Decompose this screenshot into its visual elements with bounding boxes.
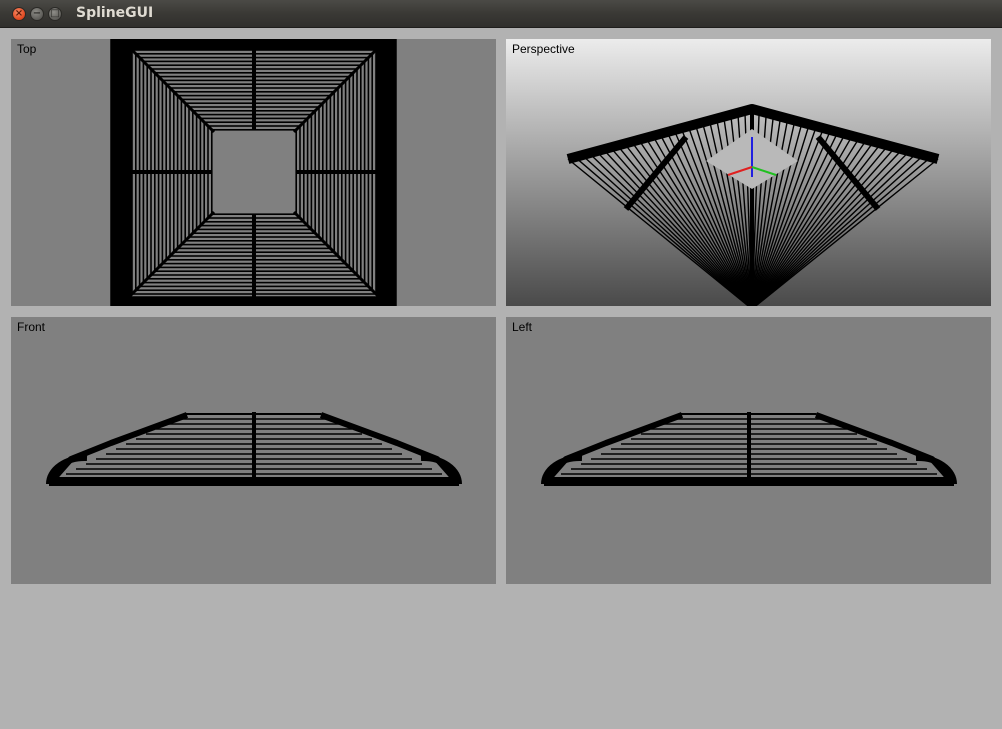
viewport-label-front: Front bbox=[17, 320, 46, 334]
viewport-front[interactable]: Front bbox=[11, 317, 496, 584]
close-window-button[interactable]: × bbox=[12, 7, 26, 21]
viewport-label-left: Left bbox=[512, 320, 533, 334]
front-view-wireframe bbox=[45, 412, 463, 486]
window-title: SplineGUI bbox=[76, 5, 154, 21]
left-view-wireframe bbox=[540, 412, 958, 486]
viewport-perspective[interactable]: Perspective bbox=[506, 39, 991, 306]
viewport-left[interactable]: Left bbox=[506, 317, 991, 584]
viewport-label-top: Top bbox=[17, 42, 37, 56]
maximize-window-button[interactable]: □ bbox=[48, 7, 62, 21]
window-titlebar[interactable]: × − □ SplineGUI bbox=[0, 0, 1002, 28]
perspective-view-wireframe bbox=[566, 104, 940, 306]
minimize-window-button[interactable]: − bbox=[30, 7, 44, 21]
top-view-wireframe bbox=[110, 39, 397, 306]
viewport-top[interactable]: Top bbox=[11, 39, 496, 306]
viewport-label-perspective: Perspective bbox=[512, 42, 575, 56]
